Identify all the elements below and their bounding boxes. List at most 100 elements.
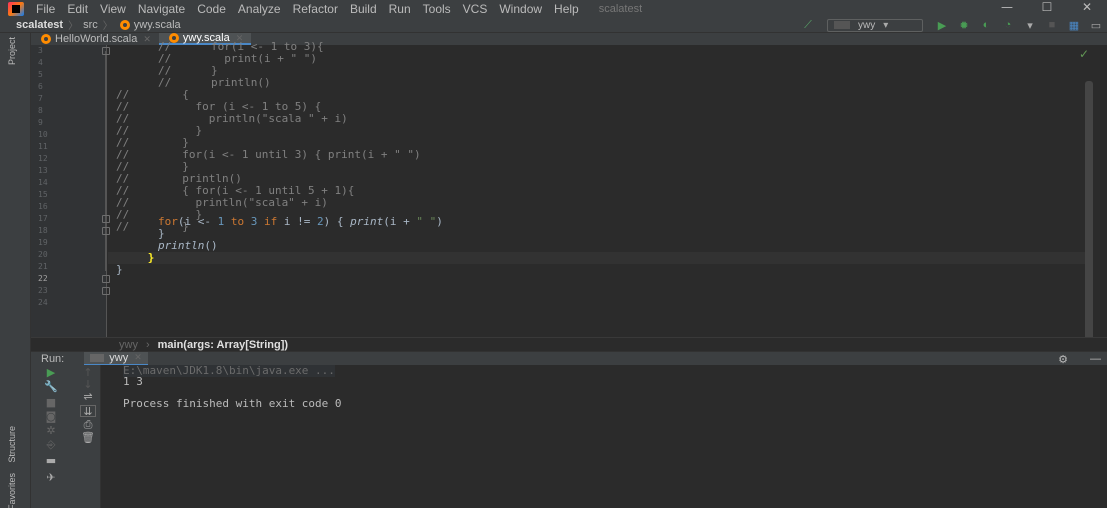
line-number-current: 22 xyxy=(38,274,48,283)
stop-icon[interactable]: ■ xyxy=(43,397,59,409)
chevron-right-icon: 〉 xyxy=(102,21,113,32)
menu-view[interactable]: View xyxy=(100,2,126,16)
tab-label: HelloWorld.scala xyxy=(55,33,138,45)
chevron-down-icon: ▾ xyxy=(883,19,889,31)
more-run-chevron-icon[interactable]: ▾ xyxy=(1021,18,1039,32)
menu-file[interactable]: File xyxy=(36,2,55,16)
editor-scrollbar[interactable] xyxy=(1085,81,1093,371)
rerun-icon[interactable]: ▶ xyxy=(43,367,59,379)
window-title: scalatest xyxy=(598,2,643,15)
menu-window[interactable]: Window xyxy=(499,2,542,16)
menu-analyze[interactable]: Analyze xyxy=(238,2,281,16)
line-number: 12 xyxy=(38,154,48,163)
code-line: } xyxy=(116,263,123,276)
minimize-icon[interactable]: — xyxy=(987,0,1027,17)
navigation-bar: scalatest 〉 src 〉 ywy.scala ⟋ ywy ▾ ▶ ✹ … xyxy=(0,17,1107,33)
run-tab-label: ywy xyxy=(109,351,129,364)
stop-icon[interactable]: ■ xyxy=(1043,18,1061,32)
line-number: 13 xyxy=(38,166,48,175)
project-tool-tab[interactable]: Project xyxy=(7,37,17,65)
scroll-to-end-icon[interactable]: ⇊ xyxy=(80,405,96,418)
line-number: 5 xyxy=(38,70,43,79)
project-structure-icon[interactable]: ▦ xyxy=(1065,18,1083,32)
menu-tools[interactable]: Tools xyxy=(423,2,451,16)
print-icon[interactable]: ⎙ xyxy=(80,419,96,431)
structure-tool-tab[interactable]: Structure xyxy=(7,426,17,463)
line-number: 21 xyxy=(38,262,48,271)
hide-panel-icon[interactable]: — xyxy=(1090,353,1101,365)
chevron-right-icon: › xyxy=(145,338,150,351)
line-number: 19 xyxy=(38,238,48,247)
code-line-current: } xyxy=(108,252,1093,264)
line-number: 9 xyxy=(38,118,43,127)
menu-build[interactable]: Build xyxy=(350,2,377,16)
maximize-icon[interactable]: ☐ xyxy=(1027,0,1067,17)
breadcrumb-object[interactable]: ywy xyxy=(119,339,138,351)
run-icon[interactable]: ▶ xyxy=(933,18,951,32)
terminal-icon[interactable]: ▭ xyxy=(1087,18,1105,32)
close-icon[interactable]: ✕ xyxy=(1067,0,1107,17)
menu-navigate[interactable]: Navigate xyxy=(138,2,185,16)
coverage-icon[interactable]: ◐ xyxy=(977,18,995,32)
run-window-controls: ⚙ — xyxy=(1058,352,1107,366)
menu-edit[interactable]: Edit xyxy=(67,2,88,16)
editor-gutter[interactable]: 3 4 5 6 7 8 9 10 11 12 13 14 15 16 17 18… xyxy=(31,45,110,337)
line-number: 14 xyxy=(38,178,48,187)
menu-code[interactable]: Code xyxy=(197,2,226,16)
breadcrumb-method[interactable]: main(args: Array[String]) xyxy=(158,339,288,351)
menu-help[interactable]: Help xyxy=(554,2,579,16)
profile-icon[interactable]: ◔ xyxy=(999,18,1017,32)
gear-icon[interactable]: ⚙ xyxy=(1058,353,1068,366)
tab-helloworld-scala[interactable]: HelloWorld.scala ✕ xyxy=(31,33,159,45)
menu-run[interactable]: Run xyxy=(389,2,411,16)
run-toolbar-primary: ▶ 🔧 ■ ◙ ✲ ⎆ ▬ ✈ xyxy=(31,365,75,508)
run-configuration-select[interactable]: ywy ▾ xyxy=(827,18,923,32)
debug-icon[interactable]: ✹ xyxy=(955,18,973,32)
line-number: 17 xyxy=(38,214,48,223)
console-output[interactable]: E:\maven\JDK1.8\bin\java.exe ... 1 3 Pro… xyxy=(123,365,1103,508)
run-toolbar-secondary: ↑ ↓ ⇌ ⇊ ⎙ 🗑 xyxy=(75,365,101,508)
breadcrumb-file[interactable]: ywy.scala xyxy=(134,19,181,31)
console-tab-icon xyxy=(90,353,105,362)
pin-icon[interactable]: ✈ xyxy=(43,472,59,484)
inspection-ok-icon[interactable]: ✓ xyxy=(1079,47,1089,61)
breadcrumb-src[interactable]: src xyxy=(83,19,98,31)
line-number: 4 xyxy=(38,58,43,67)
line-number: 15 xyxy=(38,190,48,199)
line-number: 3 xyxy=(38,46,43,55)
left-tool-strip: Project Structure Favorites xyxy=(0,33,31,508)
build-hammer-icon[interactable]: ⟋ xyxy=(799,18,817,32)
login-icon[interactable]: ⎆ xyxy=(43,439,59,451)
breadcrumb-project[interactable]: scalatest xyxy=(16,19,63,31)
main-toolbar: ⟋ ywy ▾ ▶ ✹ ◐ ◔ ▾ ■ ▦ ▭ xyxy=(797,17,1107,33)
run-label: Run: xyxy=(41,352,65,365)
line-number: 6 xyxy=(38,82,43,91)
intellij-logo-icon xyxy=(8,1,24,16)
layout-icon[interactable]: ▬ xyxy=(43,455,59,467)
soft-wrap-icon[interactable]: ⇌ xyxy=(80,391,96,403)
chevron-right-icon: 〉 xyxy=(68,21,79,32)
line-number: 20 xyxy=(38,250,48,259)
favorites-tool-tab[interactable]: Favorites xyxy=(7,473,17,508)
run-panel: ▶ 🔧 ■ ◙ ✲ ⎆ ▬ ✈ ↑ ↓ ⇌ ⇊ ⎙ 🗑 E:\maven\JDK… xyxy=(31,365,1107,508)
code-text-area[interactable]: // for(i <- 1 to 3){ // print(i + " ") /… xyxy=(108,41,1093,337)
menu-vcs[interactable]: VCS xyxy=(463,2,488,16)
menu-bar: File Edit View Navigate Code Analyze Ref… xyxy=(0,0,1107,17)
close-tab-icon[interactable]: ✕ xyxy=(134,352,142,363)
line-number: 16 xyxy=(38,202,48,211)
line-number: 11 xyxy=(38,142,48,151)
console-command-line: E:\maven\JDK1.8\bin\java.exe ... xyxy=(123,364,335,377)
line-number: 8 xyxy=(38,106,43,115)
trash-icon[interactable]: 🗑 xyxy=(80,432,96,444)
editor-breadcrumb: ywy › main(args: Array[String]) xyxy=(31,337,1107,351)
code-editor[interactable]: 3 4 5 6 7 8 9 10 11 12 13 14 15 16 17 18… xyxy=(31,41,1095,371)
wrench-icon[interactable]: 🔧 xyxy=(43,381,59,393)
line-number: 10 xyxy=(38,130,48,139)
close-tab-icon[interactable]: ✕ xyxy=(143,34,151,45)
menu-refactor[interactable]: Refactor xyxy=(293,2,338,16)
camera-icon[interactable]: ◙ xyxy=(43,411,59,423)
line-number: 18 xyxy=(38,226,48,235)
gear-icon[interactable]: ✲ xyxy=(43,425,59,437)
console-exit-line: Process finished with exit code 0 xyxy=(123,397,342,410)
code-line: for(i <- 1 to 3 if i != 2) { print(i + "… xyxy=(158,215,443,228)
